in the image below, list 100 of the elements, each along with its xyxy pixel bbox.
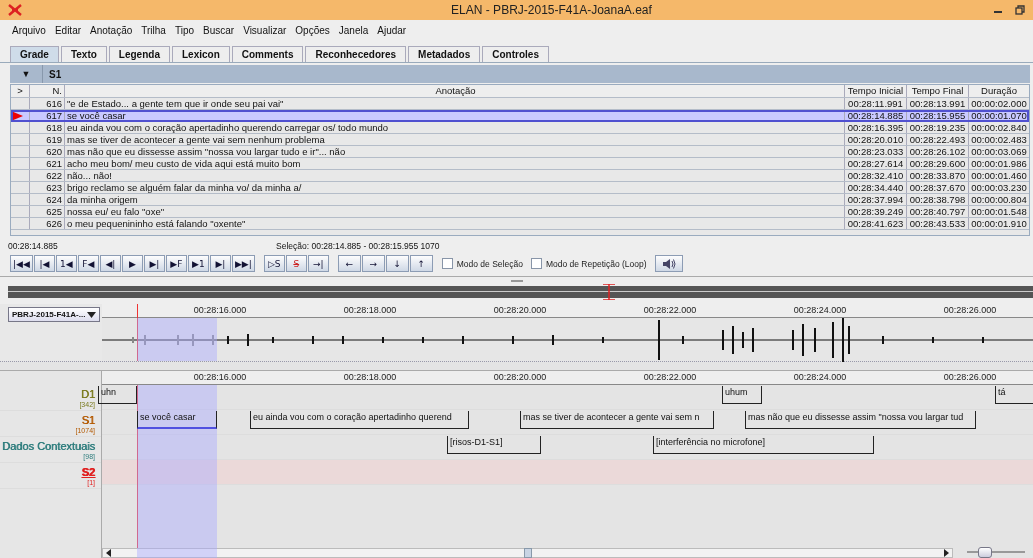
table-row[interactable]: 626 o meu pequenininho está falando "oxente" 00:28:41.623 00:28:43.533 00:00:01.910 (11, 218, 1029, 230)
selection-button[interactable]: ▷S (263, 255, 285, 272)
current-time: 00:28:14.885 (8, 241, 59, 251)
tab[interactable]: Grade (10, 46, 59, 62)
table-row[interactable]: 617 se você casar 00:28:14.885 00:28:15.955 00:00:01.070 (11, 110, 1029, 122)
current-row-marker-icon (11, 110, 23, 121)
table-cell-text: 00:00:01.070 (970, 110, 1028, 121)
table-cell: 623 (30, 182, 65, 193)
scroll-right-icon[interactable] (942, 549, 950, 557)
menu-item[interactable]: Arquivo (12, 24, 46, 36)
playback-button[interactable]: ▶| (209, 255, 231, 272)
media-dropdown[interactable]: PBRJ-2015-F41A-... (8, 307, 100, 322)
checkbox[interactable] (530, 258, 542, 269)
annotation[interactable]: uhum (722, 386, 762, 404)
tab[interactable]: Texto (60, 46, 107, 62)
restore-icon[interactable] (1015, 5, 1025, 15)
table-cell: 618 (30, 122, 65, 133)
column-header[interactable]: Tempo Final (907, 85, 969, 97)
navigate-button[interactable]: ↓ (385, 255, 409, 272)
collapse-toggle[interactable]: ▼ (10, 65, 43, 83)
annotation[interactable]: eu ainda vou com o coração apertadinho querend (250, 411, 469, 429)
ruler-label: 00:28:24.000 (792, 305, 848, 315)
tab[interactable]: Metadados (408, 46, 481, 62)
annotation[interactable]: [risos-D1-S1] (447, 436, 541, 454)
table-cell: 00:28:29.600 (907, 158, 969, 169)
table-row[interactable]: 618 eu ainda vou com o coração apertadinho querendo carregar os/ todo mundo 00:28:16.395 00:28:19.235 00:00:02.840 (11, 122, 1029, 134)
selection-button[interactable]: →| (307, 255, 329, 272)
playback-button[interactable]: |◀◀ (10, 255, 33, 272)
playback-button[interactable]: |◀ (33, 255, 55, 272)
table-row[interactable]: 622 não... não! 00:28:32.410 00:28:33.870 00:00:01.460 (11, 170, 1029, 182)
ruler-label: 00:28:22.000 (642, 372, 698, 382)
column-header[interactable]: Tempo Inicial (845, 85, 907, 97)
tier-label[interactable]: S2 (81, 465, 95, 479)
tab[interactable]: Lexicon (171, 46, 230, 62)
volume-button[interactable] (654, 255, 683, 272)
annotation[interactable]: mas não que eu dissesse assim "nossa vou largar tud (745, 411, 976, 429)
playback-button[interactable]: ▶ (121, 255, 143, 272)
dropdown-arrow-icon (87, 311, 96, 318)
navigate-button[interactable]: ← (337, 255, 361, 272)
table-row[interactable]: 623 brigo reclamo se alguém falar da minha vo/ da minha a/ 00:28:34.440 00:28:37.670 00:00:03.230 (11, 182, 1029, 194)
table-cell: nossa eu/ eu falo "oxe" (65, 206, 845, 217)
column-header[interactable]: > (11, 85, 30, 97)
table-cell: 00:28:13.991 (907, 98, 969, 109)
horizontal-scrollbar[interactable] (102, 548, 953, 558)
scroll-thumb[interactable] (523, 548, 532, 558)
tier-label[interactable]: Dados Contextuais (2, 439, 95, 453)
tab[interactable]: Legenda (108, 46, 170, 62)
table-cell: 619 (30, 134, 65, 145)
column-header[interactable]: Anotação (65, 85, 845, 97)
tier-label[interactable]: D1 (80, 387, 95, 401)
playback-button[interactable]: ▶1 (187, 255, 209, 272)
table-cell: 616 (30, 98, 65, 109)
playback-button[interactable]: ◀| (99, 255, 121, 272)
tier-label[interactable]: S1 (81, 413, 95, 427)
tab[interactable]: Comments (231, 46, 304, 62)
table-cell: 00:28:22.493 (907, 134, 969, 145)
scroll-left-icon[interactable] (105, 549, 113, 557)
ruler-label: 00:28:26.000 (942, 372, 998, 382)
menu-item[interactable]: Anotação (90, 24, 133, 36)
ruler-label: 00:28:22.000 (642, 305, 698, 315)
annotation[interactable]: [interferência no microfone] (653, 436, 874, 454)
playhead-line (137, 304, 138, 361)
splitter-bar[interactable] (0, 361, 1033, 371)
column-header[interactable]: N. (30, 85, 65, 97)
selection-button[interactable]: S (285, 255, 307, 272)
playback-button[interactable]: ▶| (143, 255, 165, 272)
navigate-button[interactable]: → (361, 255, 385, 272)
menu-item[interactable]: Editar (54, 24, 82, 36)
window-title: ELAN - PBRJ-2015-F41A-JoanaA.eaf (450, 3, 653, 17)
menu-item[interactable]: Tipo (174, 24, 195, 36)
table-row[interactable]: 621 acho meu bom/ meu custo de vida aqui está muito bom 00:28:27.614 00:28:29.600 00:00:01.986 (11, 158, 1029, 170)
column-header[interactable]: Duração (969, 85, 1029, 97)
ruler-label: 00:28:18.000 (342, 305, 398, 315)
menu-item[interactable]: Buscar (203, 24, 235, 36)
menu-item[interactable]: Janela (338, 24, 369, 36)
table-row[interactable]: 624 da minha origem 00:28:37.994 00:28:38.798 00:00:00.804 (11, 194, 1029, 206)
table-cell: 620 (30, 146, 65, 157)
menu-item[interactable]: Visualizar (243, 24, 287, 36)
menu-item[interactable]: Opções (295, 24, 330, 36)
tab[interactable]: Controles (482, 46, 549, 62)
table-cell: 00:28:40.797 (907, 206, 969, 217)
table-row[interactable]: 619 mas se tiver de acontecer a gente vai sem nenhum problema 00:28:20.010 00:28:22.493 00:00:02.483 (11, 134, 1029, 146)
navigate-button[interactable]: ↑ (409, 255, 433, 272)
menu-item[interactable]: Trilha (141, 24, 166, 36)
playback-button[interactable]: ▶▶| (231, 255, 255, 272)
table-cell: 00:28:37.994 (845, 194, 907, 205)
table-cell: 00:28:43.533 (907, 218, 969, 229)
tab[interactable]: Reconhecedores (305, 46, 407, 62)
playback-button[interactable]: 1◀ (55, 255, 77, 272)
table-row[interactable]: 625 nossa eu/ eu falo "oxe" 00:28:39.249 00:28:40.797 00:00:01.548 (11, 206, 1029, 218)
annotation[interactable]: mas se tiver de acontecer a gente vai sem n (520, 411, 714, 429)
table-cell: se você casar (65, 110, 845, 121)
checkbox[interactable] (441, 258, 453, 269)
playback-button[interactable]: ▶F (165, 255, 187, 272)
annotation[interactable]: se você casar (137, 411, 217, 429)
menu-item[interactable]: Ajudar (377, 24, 407, 36)
annotation[interactable]: tá (995, 386, 1033, 404)
playback-button[interactable]: F◀ (77, 255, 99, 272)
table-row[interactable]: 620 mas não que eu dissesse assim "nossa vou largar tudo e ir"... não 00:28:23.033 00:28:26.102 00:00:03.069 (11, 146, 1029, 158)
table-cell-text: 00:00:03.230 (970, 182, 1028, 193)
